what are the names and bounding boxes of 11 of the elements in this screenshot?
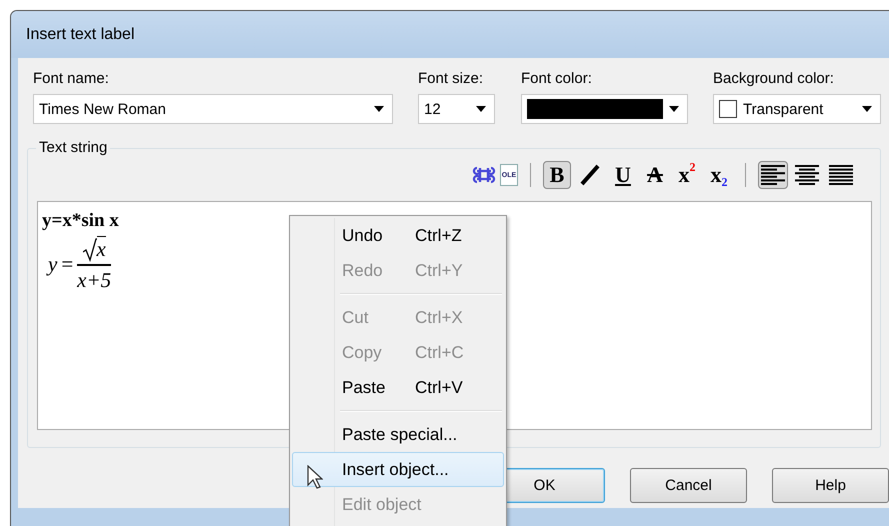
- denominator: x+5: [77, 267, 112, 293]
- field-label: Font size:: [418, 70, 484, 89]
- group-title: Text string: [36, 139, 110, 156]
- field-label: Font color:: [521, 70, 593, 89]
- radicand: x: [96, 236, 106, 262]
- equals-sign: =: [61, 252, 74, 277]
- field-label: Background color:: [713, 70, 835, 89]
- text-line: y=x*sin x: [42, 210, 120, 232]
- field-label: Font name:: [33, 70, 110, 89]
- window-title: Insert text label: [26, 26, 134, 44]
- formula-variable: y: [48, 252, 58, 277]
